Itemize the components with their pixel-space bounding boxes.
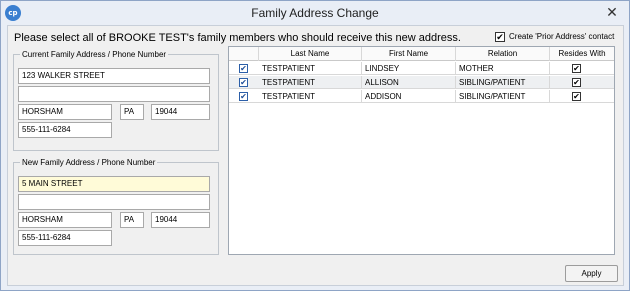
new-address2-field[interactable] (18, 194, 210, 210)
table-row[interactable]: ✔ TESTPATIENT LINDSEY MOTHER ✔ (229, 62, 614, 75)
current-phone-field[interactable]: 555-111-6284 (18, 122, 112, 138)
resides-with-checkbox[interactable]: ✔ (572, 78, 581, 87)
dialog-body: Please select all of BROOKE TEST's famil… (7, 25, 624, 286)
first-name-cell: LINDSEY (362, 62, 456, 75)
last-name-cell: TESTPATIENT (259, 62, 362, 75)
resides-with-checkbox[interactable]: ✔ (572, 64, 581, 73)
table-row[interactable]: ✔ TESTPATIENT ALLISON SIBLING/PATIENT ✔ (229, 76, 614, 89)
select-checkbox[interactable]: ✔ (239, 78, 248, 87)
new-address-legend: New Family Address / Phone Number (20, 157, 158, 168)
column-header-select[interactable] (229, 47, 259, 61)
new-phone-field[interactable]: 555-111-6284 (18, 230, 112, 246)
family-address-window: cp Family Address Change ✕ Please select… (0, 0, 630, 291)
relation-cell: MOTHER (456, 62, 550, 75)
table-row[interactable]: ✔ TESTPATIENT ADDISON SIBLING/PATIENT ✔ (229, 90, 614, 103)
new-address1-field[interactable]: 5 MAIN STREET (18, 176, 210, 192)
grid-header: Last Name First Name Relation Resides Wi… (229, 47, 614, 61)
title-bar: cp Family Address Change ✕ (1, 1, 629, 25)
last-name-cell: TESTPATIENT (259, 90, 362, 103)
close-button[interactable]: ✕ (602, 3, 622, 21)
relation-cell: SIBLING/PATIENT (456, 76, 550, 89)
new-city-field[interactable]: HORSHAM (18, 212, 112, 228)
prior-address-label: Create 'Prior Address' contact (509, 32, 615, 41)
relation-cell: SIBLING/PATIENT (456, 90, 550, 103)
select-checkbox[interactable]: ✔ (239, 92, 248, 101)
current-state-field[interactable]: PA (120, 104, 144, 120)
current-zip-field[interactable]: 19044 (151, 104, 210, 120)
first-name-cell: ALLISON (362, 76, 456, 89)
current-address1-field[interactable]: 123 WALKER STREET (18, 68, 210, 84)
family-members-grid[interactable]: Last Name First Name Relation Resides Wi… (228, 46, 615, 255)
column-header-last-name[interactable]: Last Name (259, 47, 362, 61)
current-city-field[interactable]: HORSHAM (18, 104, 112, 120)
column-header-first-name[interactable]: First Name (362, 47, 456, 61)
window-title: Family Address Change (251, 6, 379, 20)
column-header-relation[interactable]: Relation (456, 47, 550, 61)
new-state-field[interactable]: PA (120, 212, 144, 228)
instruction-text: Please select all of BROOKE TEST's famil… (14, 32, 461, 44)
current-address-group: Current Family Address / Phone Number 12… (13, 49, 219, 151)
last-name-cell: TESTPATIENT (259, 76, 362, 89)
new-zip-field[interactable]: 19044 (151, 212, 210, 228)
apply-button[interactable]: Apply (565, 265, 618, 282)
checkbox-icon[interactable]: ✔ (495, 32, 505, 42)
first-name-cell: ADDISON (362, 90, 456, 103)
column-header-resides-with[interactable]: Resides With (550, 47, 614, 61)
resides-with-checkbox[interactable]: ✔ (572, 92, 581, 101)
select-checkbox[interactable]: ✔ (239, 64, 248, 73)
current-address2-field[interactable] (18, 86, 210, 102)
new-address-group: New Family Address / Phone Number 5 MAIN… (13, 157, 219, 255)
current-address-legend: Current Family Address / Phone Number (20, 49, 169, 60)
